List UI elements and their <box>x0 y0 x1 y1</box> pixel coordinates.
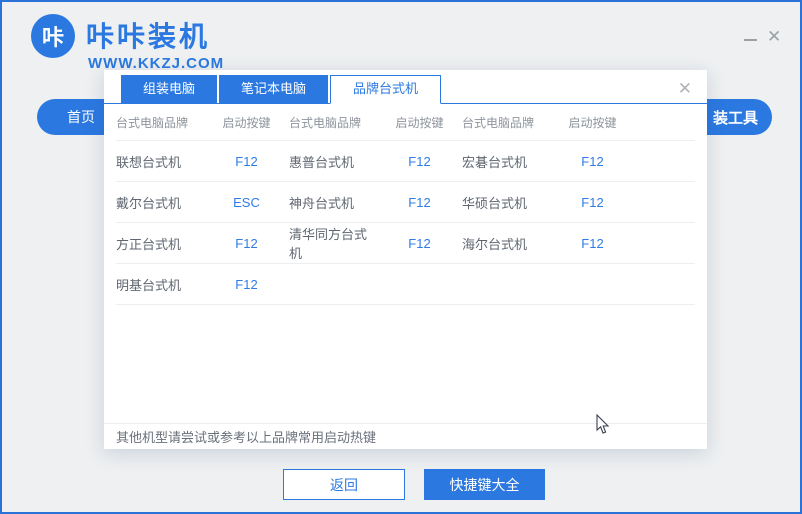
tab-assembled-pc[interactable]: 组装电脑 <box>121 75 217 103</box>
hotkeys-button[interactable]: 快捷键大全 <box>424 469 545 500</box>
key-cell: F12 <box>550 154 635 169</box>
table-row: 明基台式机 F12 <box>116 263 695 305</box>
note-bar: 其他机型请尝试或参考以上品牌常用启动热键 <box>104 423 707 449</box>
key-cell: F12 <box>204 277 289 292</box>
logo-glyph: 咔 <box>42 20 64 52</box>
brand-cell: 宏碁台式机 <box>462 152 550 171</box>
brand-cell: 华硕台式机 <box>462 193 550 212</box>
boot-hotkey-dialog: 组装电脑 笔记本电脑 品牌台式机 ✕ 台式电脑品牌 启动按键 台式电脑品牌 启动… <box>104 70 707 449</box>
brand-cell: 惠普台式机 <box>289 152 377 171</box>
brand-cell: 联想台式机 <box>116 152 204 171</box>
brand-cell: 明基台式机 <box>116 275 204 294</box>
table-header-row: 台式电脑品牌 启动按键 台式电脑品牌 启动按键 台式电脑品牌 启动按键 <box>116 104 695 140</box>
hotkey-table: 台式电脑品牌 启动按键 台式电脑品牌 启动按键 台式电脑品牌 启动按键 联想台式… <box>116 104 695 305</box>
brand-cell: 清华同方台式机 <box>289 224 377 262</box>
minimize-icon[interactable] <box>744 39 757 41</box>
window-close-icon[interactable]: ✕ <box>767 28 781 45</box>
table-row: 戴尔台式机 ESC 神舟台式机 F12 华硕台式机 F12 <box>116 181 695 222</box>
nav-tool-label: 装工具 <box>713 107 758 128</box>
key-cell: F12 <box>204 236 289 251</box>
key-cell: ESC <box>204 195 289 210</box>
brand-cell: 海尔台式机 <box>462 234 550 253</box>
key-cell: F12 <box>377 236 462 251</box>
table-row: 方正台式机 F12 清华同方台式机 F12 海尔台式机 F12 <box>116 222 695 263</box>
col-header: 启动按键 <box>550 114 635 131</box>
col-header: 台式电脑品牌 <box>116 114 204 131</box>
brand-cell: 方正台式机 <box>116 234 204 253</box>
tab-brand-desktop[interactable]: 品牌台式机 <box>330 75 441 104</box>
key-cell: F12 <box>377 154 462 169</box>
note-text: 其他机型请尝试或参考以上品牌常用启动热键 <box>116 427 376 446</box>
nav-home-label: 首页 <box>67 107 95 127</box>
app-title: 咔咔装机 <box>86 15 210 55</box>
key-cell: F12 <box>550 236 635 251</box>
key-cell: F12 <box>204 154 289 169</box>
col-header: 台式电脑品牌 <box>462 114 550 131</box>
brand-cell: 戴尔台式机 <box>116 193 204 212</box>
app-subtitle: WWW.KKZJ.COM <box>88 54 224 69</box>
dialog-close-icon[interactable]: ✕ <box>678 80 692 97</box>
col-header: 台式电脑品牌 <box>289 114 377 131</box>
dialog-tabbar: 组装电脑 笔记本电脑 品牌台式机 <box>104 75 707 104</box>
tab-laptop[interactable]: 笔记本电脑 <box>219 75 328 103</box>
brand-cell: 神舟台式机 <box>289 193 377 212</box>
key-cell: F12 <box>550 195 635 210</box>
key-cell: F12 <box>377 195 462 210</box>
app-logo: 咔 <box>31 14 75 58</box>
table-row: 联想台式机 F12 惠普台式机 F12 宏碁台式机 F12 <box>116 140 695 181</box>
col-header: 启动按键 <box>377 114 462 131</box>
col-header: 启动按键 <box>204 114 289 131</box>
back-button[interactable]: 返回 <box>283 469 405 500</box>
app-window: 咔 咔咔装机 WWW.KKZJ.COM ✕ 首页 装工具 组装电脑 笔记本电脑 … <box>0 0 802 514</box>
